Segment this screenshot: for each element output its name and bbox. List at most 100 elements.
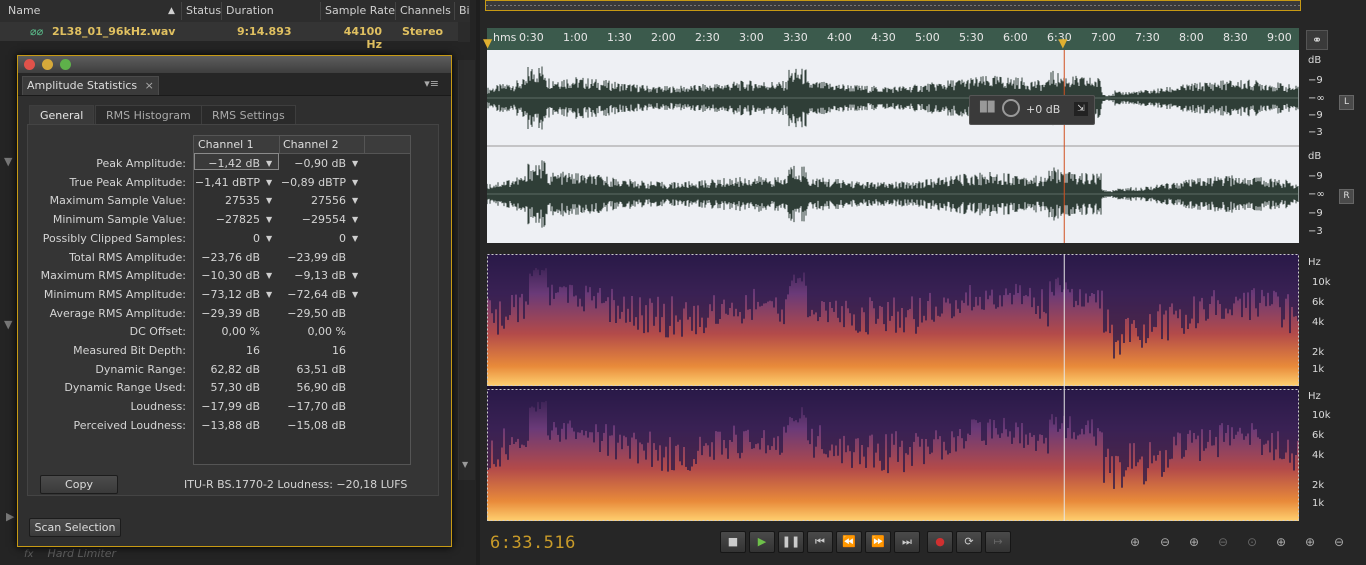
file-row[interactable]: ⌀⌀ 2L38_01_96kHz.wav 9:14.893 44100 Hz S… xyxy=(0,22,458,51)
panel-scrollbar[interactable]: ▼ xyxy=(458,60,475,480)
current-time-display[interactable]: 6:33.516 xyxy=(490,533,576,553)
spectral-column xyxy=(1261,389,1263,455)
go-to-location-icon[interactable]: ▼ xyxy=(266,215,272,224)
spectral-column xyxy=(1195,389,1197,440)
spectral-column xyxy=(655,254,657,317)
spectral-column xyxy=(929,389,931,455)
tab-amplitude-statistics[interactable]: Amplitude Statistics × xyxy=(22,76,159,95)
zoom-in-amplitude-icon[interactable]: ⊕ xyxy=(1130,535,1140,549)
go-to-location-icon[interactable]: ▼ xyxy=(352,215,358,224)
tab-rms-settings[interactable]: RMS Settings xyxy=(201,105,296,125)
pin-icon[interactable]: ⇲ xyxy=(1074,102,1088,116)
spectral-column xyxy=(1045,254,1047,314)
spectral-column xyxy=(1257,389,1259,438)
go-to-location-icon[interactable]: ▼ xyxy=(352,234,358,243)
time-tick-label: 3:00 xyxy=(739,31,764,44)
close-window-icon[interactable] xyxy=(24,59,35,70)
playhead-marker-icon[interactable]: ▼ xyxy=(1058,36,1067,50)
spectral-column xyxy=(1227,254,1229,314)
go-to-location-icon[interactable]: ▼ xyxy=(266,159,272,168)
go-to-location-icon[interactable]: ▼ xyxy=(266,178,272,187)
col-channels[interactable]: Channels xyxy=(400,4,451,17)
zoom-full-icon[interactable]: ⊙ xyxy=(1247,535,1257,549)
go-to-location-icon[interactable]: ▼ xyxy=(352,178,358,187)
zoom-out-amplitude-icon[interactable]: ⊖ xyxy=(1160,535,1170,549)
col-bit-depth[interactable]: Bi xyxy=(459,4,470,17)
effect-item[interactable]: fx Hard Limiter xyxy=(24,547,116,560)
zoom-window-icon[interactable] xyxy=(60,59,71,70)
spectral-column xyxy=(515,254,517,295)
spectral-column xyxy=(741,254,743,324)
zoom-out-full-icon[interactable]: ⊖ xyxy=(1334,535,1344,549)
waveform-display[interactable]: ▉▉ +0 dB ⇲ xyxy=(487,50,1299,243)
waveform-file-icon: ⌀⌀ xyxy=(30,25,44,38)
go-to-location-icon[interactable]: ▼ xyxy=(266,271,272,280)
minimize-window-icon[interactable] xyxy=(42,59,53,70)
gain-hud[interactable]: ▉▉ +0 dB ⇲ xyxy=(969,95,1095,125)
files-scrollbar[interactable] xyxy=(458,22,470,42)
loop-icon[interactable]: ⟳ xyxy=(956,531,982,553)
col-status[interactable]: Status xyxy=(186,4,221,17)
go-to-location-icon[interactable]: ▼ xyxy=(352,290,358,299)
headphones-icon[interactable]: ⚭ xyxy=(1306,30,1328,50)
col-sample-rate[interactable]: Sample Rate xyxy=(325,4,395,17)
spectral-column xyxy=(1083,254,1085,307)
spectral-column xyxy=(789,389,791,417)
spectral-column xyxy=(1027,389,1029,445)
tab-general[interactable]: General xyxy=(29,105,95,125)
spectral-column xyxy=(727,389,729,459)
go-to-location-icon[interactable]: ▼ xyxy=(266,196,272,205)
go-to-location-icon[interactable]: ▼ xyxy=(352,271,358,280)
scan-selection-button[interactable]: Scan Selection xyxy=(29,518,121,537)
panel-divider[interactable] xyxy=(487,243,1299,254)
gain-knob-icon[interactable] xyxy=(1002,99,1020,117)
spectral-column xyxy=(641,389,643,445)
skip-to-start-icon[interactable]: ⏮ xyxy=(807,531,833,553)
spectral-column xyxy=(1107,389,1109,449)
spectral-column xyxy=(1055,254,1057,279)
play-icon[interactable]: ▶ xyxy=(749,531,775,553)
collapsed-arrow-icon[interactable]: ▼ xyxy=(4,318,12,331)
channel-left-badge[interactable]: L xyxy=(1339,95,1354,110)
rewind-icon[interactable]: ⏪ xyxy=(836,531,862,553)
zoom-selection-icon[interactable]: ⊕ xyxy=(1305,535,1315,549)
spectral-column xyxy=(1251,254,1253,290)
go-to-location-icon[interactable]: ▼ xyxy=(352,196,358,205)
spectral-column xyxy=(1107,254,1109,310)
skip-to-end-icon[interactable]: ⏭ xyxy=(894,531,920,553)
stop-icon[interactable]: ■ xyxy=(720,531,746,553)
fast-forward-icon[interactable]: ⏩ xyxy=(865,531,891,553)
go-to-location-icon[interactable]: ▼ xyxy=(266,234,272,243)
spectral-column xyxy=(761,254,763,306)
close-tab-icon[interactable]: × xyxy=(145,79,154,92)
spectral-column xyxy=(779,389,781,455)
spectral-column xyxy=(563,254,565,287)
collapsed-arrow-icon[interactable]: ▼ xyxy=(4,155,12,168)
start-marker-icon[interactable]: ▼ xyxy=(483,36,492,50)
go-to-location-icon[interactable]: ▼ xyxy=(266,290,272,299)
record-icon[interactable]: ● xyxy=(927,531,953,553)
zoom-out-time-icon[interactable]: ⊖ xyxy=(1218,535,1228,549)
dialog-titlebar[interactable] xyxy=(18,56,451,73)
spectral-column xyxy=(1229,254,1231,310)
spectral-column xyxy=(579,389,581,433)
panel-menu-icon[interactable]: ▾≡ xyxy=(424,77,439,90)
play-small-icon[interactable]: ▶ xyxy=(6,510,14,523)
time-ruler[interactable]: hms 0:30 1:00 1:30 2:00 2:30 3:00 3:30 4:00 4:30 5… xyxy=(483,28,1299,50)
skip-selection-icon[interactable]: ↦ xyxy=(985,531,1011,553)
col-duration[interactable]: Duration xyxy=(226,4,274,17)
spectral-column xyxy=(1091,389,1093,420)
spectral-column xyxy=(597,389,599,433)
col-name[interactable]: Name xyxy=(8,4,40,17)
channel-right-badge[interactable]: R xyxy=(1339,189,1354,204)
spectral-display[interactable] xyxy=(487,254,1299,521)
pause-icon[interactable]: ❚❚ xyxy=(778,531,804,553)
copy-button[interactable]: Copy xyxy=(40,475,118,494)
spectral-column xyxy=(503,254,505,329)
zoom-in-point-icon[interactable]: ⊕ xyxy=(1276,535,1286,549)
overview-bar[interactable] xyxy=(485,0,1301,11)
tab-rms-histogram[interactable]: RMS Histogram xyxy=(95,105,202,125)
zoom-in-time-icon[interactable]: ⊕ xyxy=(1189,535,1199,549)
spectral-column xyxy=(1189,389,1191,431)
go-to-location-icon[interactable]: ▼ xyxy=(352,159,358,168)
